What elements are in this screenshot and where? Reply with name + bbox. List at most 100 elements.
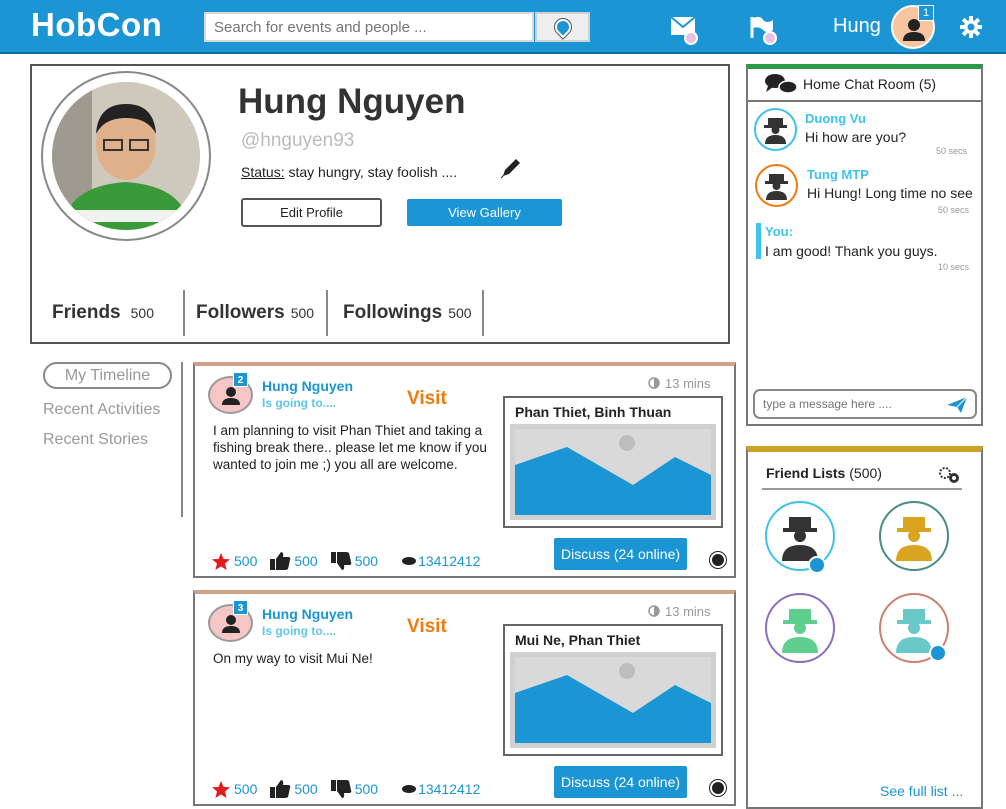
post-type: Visit bbox=[407, 616, 447, 637]
thumbs-up-count: 500 bbox=[294, 553, 318, 569]
post-subtitle: Is going to.... bbox=[262, 396, 336, 410]
eye-icon bbox=[402, 785, 417, 793]
chat-sender-name: You: bbox=[765, 224, 793, 239]
favorite-action[interactable]: 500 bbox=[211, 780, 257, 799]
thumbs-down-count: 500 bbox=[354, 781, 379, 797]
messages-indicator bbox=[684, 31, 698, 45]
chat-message-time: 10 secs bbox=[938, 262, 970, 272]
chat-avatar[interactable] bbox=[754, 108, 797, 151]
nav-divider bbox=[181, 362, 183, 517]
edit-status-button[interactable] bbox=[499, 156, 523, 180]
app-logo[interactable]: HobCon bbox=[31, 6, 162, 44]
friends-stat-label: Friends bbox=[52, 302, 121, 323]
thumbs-down-action[interactable]: 500 bbox=[330, 779, 378, 799]
thumbs-up-icon bbox=[270, 780, 291, 798]
post-body: On my way to visit Mui Ne! bbox=[213, 651, 373, 666]
view-gallery-button[interactable]: View Gallery bbox=[407, 199, 562, 226]
thumbs-up-action[interactable]: 500 bbox=[269, 551, 318, 571]
favorite-count: 500 bbox=[234, 553, 258, 569]
online-status-badge bbox=[929, 644, 947, 662]
views-stat: 13412412 bbox=[402, 781, 480, 797]
profile-photo[interactable] bbox=[41, 71, 211, 241]
search-input[interactable] bbox=[204, 12, 534, 42]
status-label: Status: bbox=[241, 164, 285, 180]
own-message-marker bbox=[756, 223, 761, 259]
status-text: stay hungry, stay foolish .... bbox=[284, 164, 458, 180]
edit-profile-button[interactable]: Edit Profile bbox=[241, 198, 382, 227]
chat-message-time: 50 secs bbox=[936, 146, 968, 156]
followers-stat-label: Followers bbox=[196, 302, 285, 323]
post-time: 13 mins bbox=[647, 604, 711, 619]
nav-my-timeline[interactable]: My Timeline bbox=[43, 362, 172, 389]
chat-sender-name[interactable]: Tung MTP bbox=[807, 167, 869, 182]
image-icon bbox=[515, 663, 711, 743]
stat-divider bbox=[326, 290, 328, 336]
post-type: Visit bbox=[407, 388, 447, 409]
friends-stat-value: 500 bbox=[130, 305, 154, 321]
chat-message-text: Hi how are you? bbox=[805, 129, 907, 145]
post-time-text: 13 mins bbox=[665, 376, 711, 391]
star-icon bbox=[212, 552, 230, 570]
post-actions: 500 500 500 13412412 bbox=[211, 551, 492, 571]
favorite-action[interactable]: 500 bbox=[211, 552, 257, 571]
followers-stat-value: 500 bbox=[290, 305, 315, 321]
spy-avatar-icon bbox=[782, 609, 818, 653]
nav-recent-stories[interactable]: Recent Stories bbox=[43, 431, 148, 449]
friend-avatar[interactable] bbox=[879, 501, 949, 571]
thumbs-down-count: 500 bbox=[354, 553, 379, 569]
views-count: 13412412 bbox=[418, 781, 481, 797]
chat-avatar[interactable] bbox=[755, 164, 798, 207]
friend-avatar[interactable] bbox=[765, 593, 835, 663]
friend-list-settings-button[interactable] bbox=[937, 465, 961, 485]
chat-sender-name[interactable]: Duong Vu bbox=[805, 111, 866, 126]
discuss-button[interactable]: Discuss (24 online) bbox=[554, 766, 687, 798]
followings-stat-value: 500 bbox=[448, 305, 472, 321]
friend-list-title: Friend Lists (500) bbox=[766, 465, 882, 481]
post-place-name: Phan Thiet, Binh Thuan bbox=[515, 404, 672, 420]
stat-divider bbox=[183, 290, 185, 336]
thumbs-down-action[interactable]: 500 bbox=[330, 551, 378, 571]
post-place-card[interactable]: Mui Ne, Phan Thiet bbox=[503, 624, 723, 756]
post-actions: 500 500 500 13412412 bbox=[211, 779, 492, 799]
followers-stat[interactable]: Followers 500 bbox=[196, 302, 314, 324]
friend-list-divider bbox=[762, 488, 962, 490]
post-author-badge: 2 bbox=[233, 372, 248, 387]
post-place-card[interactable]: Phan Thiet, Binh Thuan bbox=[503, 396, 723, 528]
thumbs-up-icon bbox=[270, 552, 291, 570]
post-place-name: Mui Ne, Phan Thiet bbox=[515, 632, 641, 648]
chat-message-input[interactable] bbox=[753, 389, 977, 419]
profile-handle: @hnguyen93 bbox=[241, 130, 355, 151]
eye-icon bbox=[402, 557, 417, 565]
post-author-name[interactable]: Hung Nguyen bbox=[262, 606, 353, 622]
followings-stat-label: Followings bbox=[343, 302, 443, 323]
post-time-text: 13 mins bbox=[665, 604, 711, 619]
nav-recent-activities[interactable]: Recent Activities bbox=[43, 401, 160, 419]
favorite-count: 500 bbox=[234, 781, 258, 797]
friends-stat[interactable]: Friends 500 bbox=[52, 302, 154, 324]
settings-button[interactable] bbox=[959, 15, 983, 39]
participants-icon[interactable] bbox=[710, 780, 726, 796]
followings-stat[interactable]: Followings 500 bbox=[343, 302, 472, 324]
discuss-button[interactable]: Discuss (24 online) bbox=[554, 538, 687, 570]
current-username[interactable]: Hung bbox=[833, 15, 881, 38]
pencil-icon bbox=[500, 159, 520, 179]
chat-bubbles-icon bbox=[764, 72, 798, 96]
location-pin-icon bbox=[551, 15, 574, 39]
profile-status: Status: stay hungry, stay foolish .... bbox=[241, 164, 457, 180]
thumbs-up-action[interactable]: 500 bbox=[269, 779, 318, 799]
star-icon bbox=[212, 780, 230, 798]
see-full-list-link[interactable]: See full list ... bbox=[880, 783, 963, 799]
spy-avatar-icon bbox=[765, 174, 788, 200]
timeline-post: 2 Hung Nguyen Is going to.... Visit 13 m… bbox=[193, 362, 736, 578]
send-message-button[interactable] bbox=[946, 396, 968, 414]
thumbs-down-icon bbox=[330, 780, 352, 798]
post-author-name[interactable]: Hung Nguyen bbox=[262, 378, 353, 394]
participants-icon[interactable] bbox=[710, 552, 726, 568]
notifications-indicator bbox=[763, 31, 777, 45]
send-icon bbox=[947, 396, 968, 413]
search-button[interactable] bbox=[535, 12, 590, 42]
friend-list-count: (500) bbox=[849, 465, 882, 481]
timeline-post: 3 Hung Nguyen Is going to.... Visit 13 m… bbox=[193, 590, 736, 806]
chat-room-title[interactable]: Home Chat Room (5) bbox=[803, 76, 936, 92]
profile-photo-image bbox=[52, 82, 200, 230]
